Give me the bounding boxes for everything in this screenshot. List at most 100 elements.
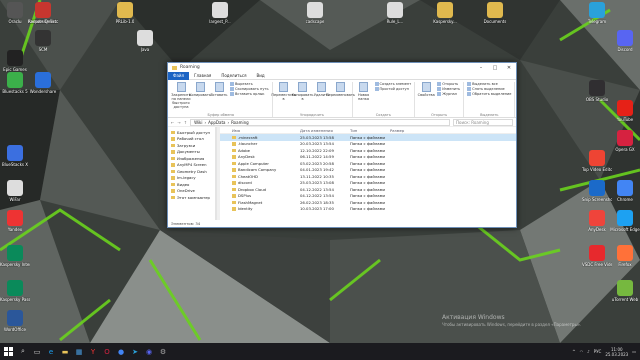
desktop-shortcut[interactable]: Top Video Editor (582, 150, 612, 172)
path-segment[interactable]: Wiki (194, 120, 202, 125)
ribbon-list-item[interactable]: Скопировать путь (230, 87, 269, 91)
file-name-cell: .tlauncher (220, 141, 300, 146)
ribbon-list-item[interactable]: Простой доступ (374, 87, 412, 91)
ribbon-button[interactable]: Вставить (211, 82, 227, 97)
ribbon-button[interactable]: Закрепить на панели быстрого доступа (171, 82, 191, 109)
chevron-up-icon[interactable]: ^ (572, 349, 575, 354)
desktop-shortcut[interactable]: Rule_L... (380, 2, 410, 24)
store-icon[interactable]: ▦ (72, 343, 86, 360)
desktop-shortcut[interactable]: Snip Screenshot (582, 180, 612, 202)
ribbon-list-item[interactable]: Выделить все (467, 82, 511, 86)
tab-view[interactable]: Вид (251, 73, 269, 78)
desktop-shortcut[interactable]: Kaspersky Password (0, 280, 30, 302)
ribbon-group: Свойства Открыть Изменить Журнал Открыть (415, 82, 465, 117)
desktop-shortcut[interactable]: WiFar (0, 180, 30, 202)
ribbon-button-icon (176, 82, 186, 92)
taskview-icon[interactable]: ▭ (30, 343, 44, 360)
desktop-shortcut[interactable]: Remote Desktop (28, 2, 58, 24)
column-type[interactable]: Тип (350, 128, 390, 133)
desktop-shortcut[interactable]: SCM (28, 30, 58, 52)
nav-item-label: Этот компьютер (177, 194, 210, 200)
edge-icon[interactable]: e (44, 343, 58, 360)
desktop-shortcut[interactable]: OBS Studio (582, 80, 612, 102)
desktop-shortcut[interactable]: Firefox (610, 245, 640, 267)
ribbon-list-item[interactable]: Создать элемент (374, 82, 411, 86)
tab-file[interactable]: Файл (168, 71, 190, 80)
maximize-button[interactable]: □ (488, 65, 502, 71)
column-size[interactable]: Размер (390, 128, 420, 133)
ribbon-button[interactable]: Переместить в (271, 82, 296, 101)
desktop-shortcut[interactable]: uTorrent Web (610, 280, 640, 302)
ribbon-list-item[interactable]: Обратить выделение (467, 92, 511, 96)
desktop-shortcut[interactable]: cadscape (300, 2, 330, 24)
title-bar[interactable]: Roaming – □ ✕ (168, 63, 516, 72)
desktop-shortcut[interactable]: Documents (480, 2, 510, 24)
discord-icon[interactable]: ◉ (142, 343, 156, 360)
desktop-shortcut[interactable]: Bluestacks 5 (0, 72, 30, 94)
desktop-shortcut[interactable]: Telegram (582, 2, 612, 24)
desktop-shortcut[interactable]: Opera GX (610, 130, 640, 152)
desktop-shortcut[interactable]: Yandex (0, 210, 30, 232)
desktop-shortcut[interactable]: Discord (610, 30, 640, 52)
wifi-icon[interactable]: ◠ (580, 349, 584, 354)
folder-icon (232, 194, 236, 198)
folder-icon (171, 150, 175, 154)
yandex-icon[interactable]: Y (86, 343, 100, 360)
desktop-shortcut[interactable]: Epic Games (0, 50, 30, 72)
chrome-icon[interactable]: ● (114, 343, 128, 360)
minimize-button[interactable]: – (474, 65, 488, 71)
desktop-shortcut[interactable]: Microsoft Edge (610, 210, 640, 232)
telegram-icon[interactable]: ➤ (128, 343, 142, 360)
desktop-shortcut[interactable]: Oraclu (0, 2, 30, 24)
desktop-shortcut[interactable]: YouTube (610, 100, 640, 122)
settings-icon[interactable]: ⚙ (156, 343, 170, 360)
back-icon[interactable]: ← (171, 120, 174, 125)
volume-icon[interactable]: ♪ (587, 349, 590, 354)
ribbon-button[interactable]: Свойства (418, 82, 435, 97)
clock[interactable]: 11:00 25.03.2023 (605, 347, 628, 357)
ribbon-list-item[interactable]: Вырезать (230, 82, 269, 86)
path-segment[interactable]: AppData (208, 120, 225, 125)
ribbon-list-item[interactable]: Открыть (437, 82, 460, 86)
tab-home[interactable]: Главная (189, 73, 216, 78)
file-explorer-window[interactable]: Roaming – □ ✕ Файл Главная Поделиться Ви… (167, 62, 517, 228)
tab-share[interactable]: Поделиться (216, 73, 251, 78)
up-icon[interactable]: ↑ (184, 120, 187, 125)
desktop-shortcut[interactable]: Java (130, 30, 160, 52)
ribbon-list-item[interactable]: Изменить (437, 87, 460, 91)
language-indicator[interactable]: РУС (594, 349, 602, 354)
column-name[interactable]: Имя (220, 128, 300, 133)
notifications-icon[interactable]: ▭ (632, 349, 636, 354)
desktop-shortcut[interactable]: Chrome (610, 180, 640, 202)
desktop-shortcut[interactable]: PRLib-1.0 (110, 2, 140, 24)
ribbon-button-label: Копировать в (291, 93, 314, 101)
explorer-icon[interactable]: ▬ (58, 343, 72, 360)
ribbon-button[interactable]: Копировать в (291, 82, 314, 101)
opera-icon[interactable]: O (100, 343, 114, 360)
ribbon-button[interactable]: Переименовать (326, 82, 355, 97)
desktop-shortcut[interactable]: BlueStacks X (0, 145, 30, 167)
start-button[interactable] (0, 343, 16, 360)
desktop-shortcut[interactable]: WordOffice (0, 310, 30, 332)
ribbon-list-item[interactable]: Журнал (437, 92, 460, 96)
file-type: Папка с файлами (350, 134, 385, 140)
search-icon[interactable]: ⌕ (16, 343, 30, 360)
ribbon-button[interactable]: Копировать (189, 82, 211, 97)
desktop-shortcut[interactable]: Wondershare (28, 72, 58, 94)
ribbon-list-item[interactable]: Вставить ярлык (230, 92, 269, 96)
ribbon-button[interactable]: Новая папка (356, 82, 372, 101)
forward-icon[interactable]: → (177, 120, 180, 125)
desktop-shortcut[interactable]: Kaspersky... (430, 2, 460, 24)
nav-item[interactable]: Этот компьютер (168, 194, 215, 201)
desktop-shortcut[interactable]: VSDC Free Video Editor (582, 245, 612, 267)
column-date[interactable]: Дата изменения (300, 128, 350, 133)
desktop-shortcut[interactable]: AnyDesk (582, 210, 612, 232)
search-input[interactable]: Поиск: Roaming (453, 118, 513, 126)
close-button[interactable]: ✕ (502, 65, 516, 71)
desktop-shortcut[interactable]: largest_P... (205, 2, 235, 24)
path-segment[interactable]: Roaming (231, 120, 249, 125)
address-bar[interactable]: Wiki › AppData › Roaming (190, 118, 450, 126)
file-row[interactable]: Identity 10.03.2023 17:00 Папка с файлами (220, 206, 516, 213)
ribbon-list-item[interactable]: Снять выделение (467, 87, 511, 91)
desktop-shortcut[interactable]: Kaspersky Internet (0, 245, 30, 267)
